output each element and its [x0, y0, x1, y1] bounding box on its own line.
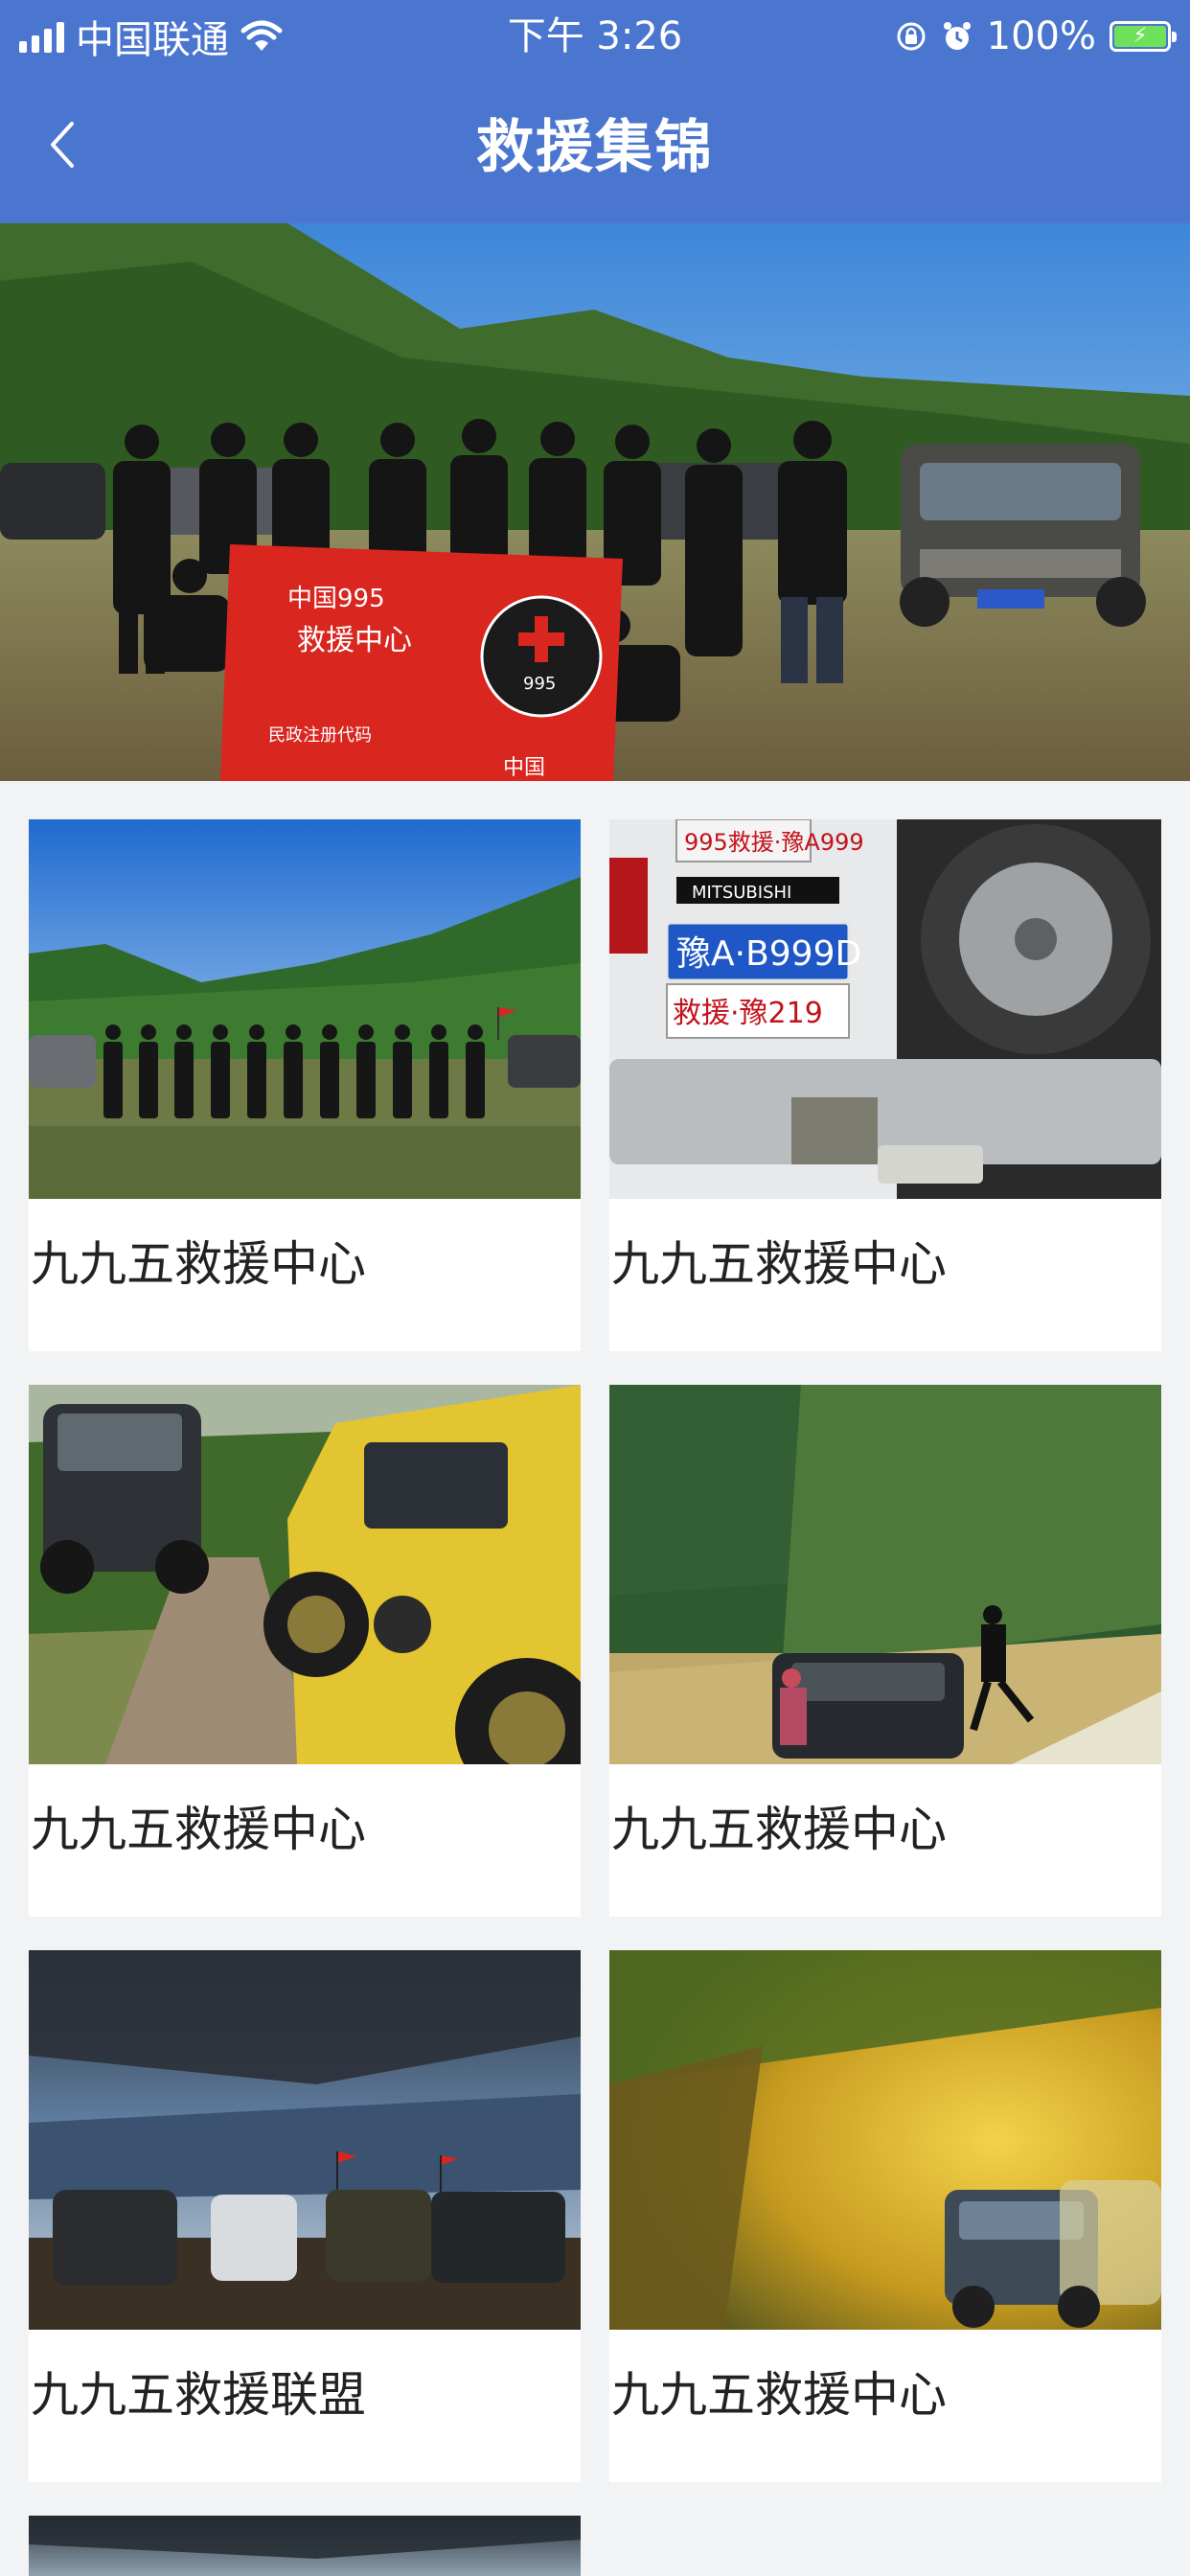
card-caption: 九九五救援中心 — [611, 1802, 947, 1857]
svg-text:救援·豫219: 救援·豫219 — [673, 997, 823, 1030]
gallery-card[interactable]: 九九五救援中心 — [29, 819, 581, 1351]
svg-text:MITSUBISHI: MITSUBISHI — [692, 883, 791, 903]
orientation-lock-icon — [897, 22, 926, 51]
svg-text:中国995: 中国995 — [287, 585, 385, 613]
card-photo — [609, 1950, 1161, 2330]
card-caption: 九九五救援联盟 — [31, 2367, 366, 2423]
card-photo — [29, 819, 581, 1199]
gallery-card[interactable]: 九九五救援中心 — [609, 1385, 1161, 1917]
card-photo — [29, 1385, 581, 1764]
status-bar: 中国联通 下午 3:26 100% ⚡ — [0, 0, 1190, 73]
battery-percent: 100% — [986, 14, 1096, 58]
card-photo — [609, 1385, 1161, 1764]
gallery-card[interactable]: 九九五救援中心 — [29, 1385, 581, 1917]
card-caption: 九九五救援中心 — [611, 2367, 947, 2423]
gallery-card[interactable] — [29, 2516, 581, 2576]
gallery-card[interactable]: 995救援·豫A999 MITSUBISHI 豫A·B999D 救援·豫219 … — [609, 819, 1161, 1351]
banner-image[interactable]: 中国995 救援中心 民政注册代码 中国 995 — [0, 223, 1190, 781]
svg-text:中国: 中国 — [503, 756, 545, 780]
svg-text:豫A·B999D: 豫A·B999D — [676, 934, 861, 974]
card-photo: 995救援·豫A999 MITSUBISHI 豫A·B999D 救援·豫219 — [609, 819, 1161, 1199]
card-caption: 九九五救援中心 — [611, 1236, 947, 1292]
page-title: 救援集锦 — [476, 114, 714, 181]
gallery-card[interactable]: 九九五救援中心 — [609, 1950, 1161, 2482]
navigation-bar: 救援集锦 — [0, 73, 1190, 223]
app-header: 中国联通 下午 3:26 100% ⚡ 救援集锦 — [0, 0, 1190, 223]
banner-photo: 中国995 救援中心 民政注册代码 中国 995 — [0, 223, 1190, 781]
svg-text:救援中心: 救援中心 — [297, 624, 412, 657]
battery-charging-icon: ⚡ — [1110, 21, 1177, 52]
svg-text:995救援·豫A999: 995救援·豫A999 — [684, 829, 864, 856]
card-caption: 九九五救援中心 — [31, 1802, 366, 1857]
card-photo — [29, 2516, 581, 2576]
svg-text:995: 995 — [523, 674, 556, 694]
status-right: 100% ⚡ — [895, 13, 1177, 59]
svg-text:民政注册代码: 民政注册代码 — [268, 725, 372, 746]
card-caption: 九九五救援中心 — [31, 1236, 366, 1292]
alarm-icon — [943, 22, 971, 50]
gallery-card[interactable]: 九九五救援联盟 — [29, 1950, 581, 2482]
card-photo — [29, 1950, 581, 2330]
